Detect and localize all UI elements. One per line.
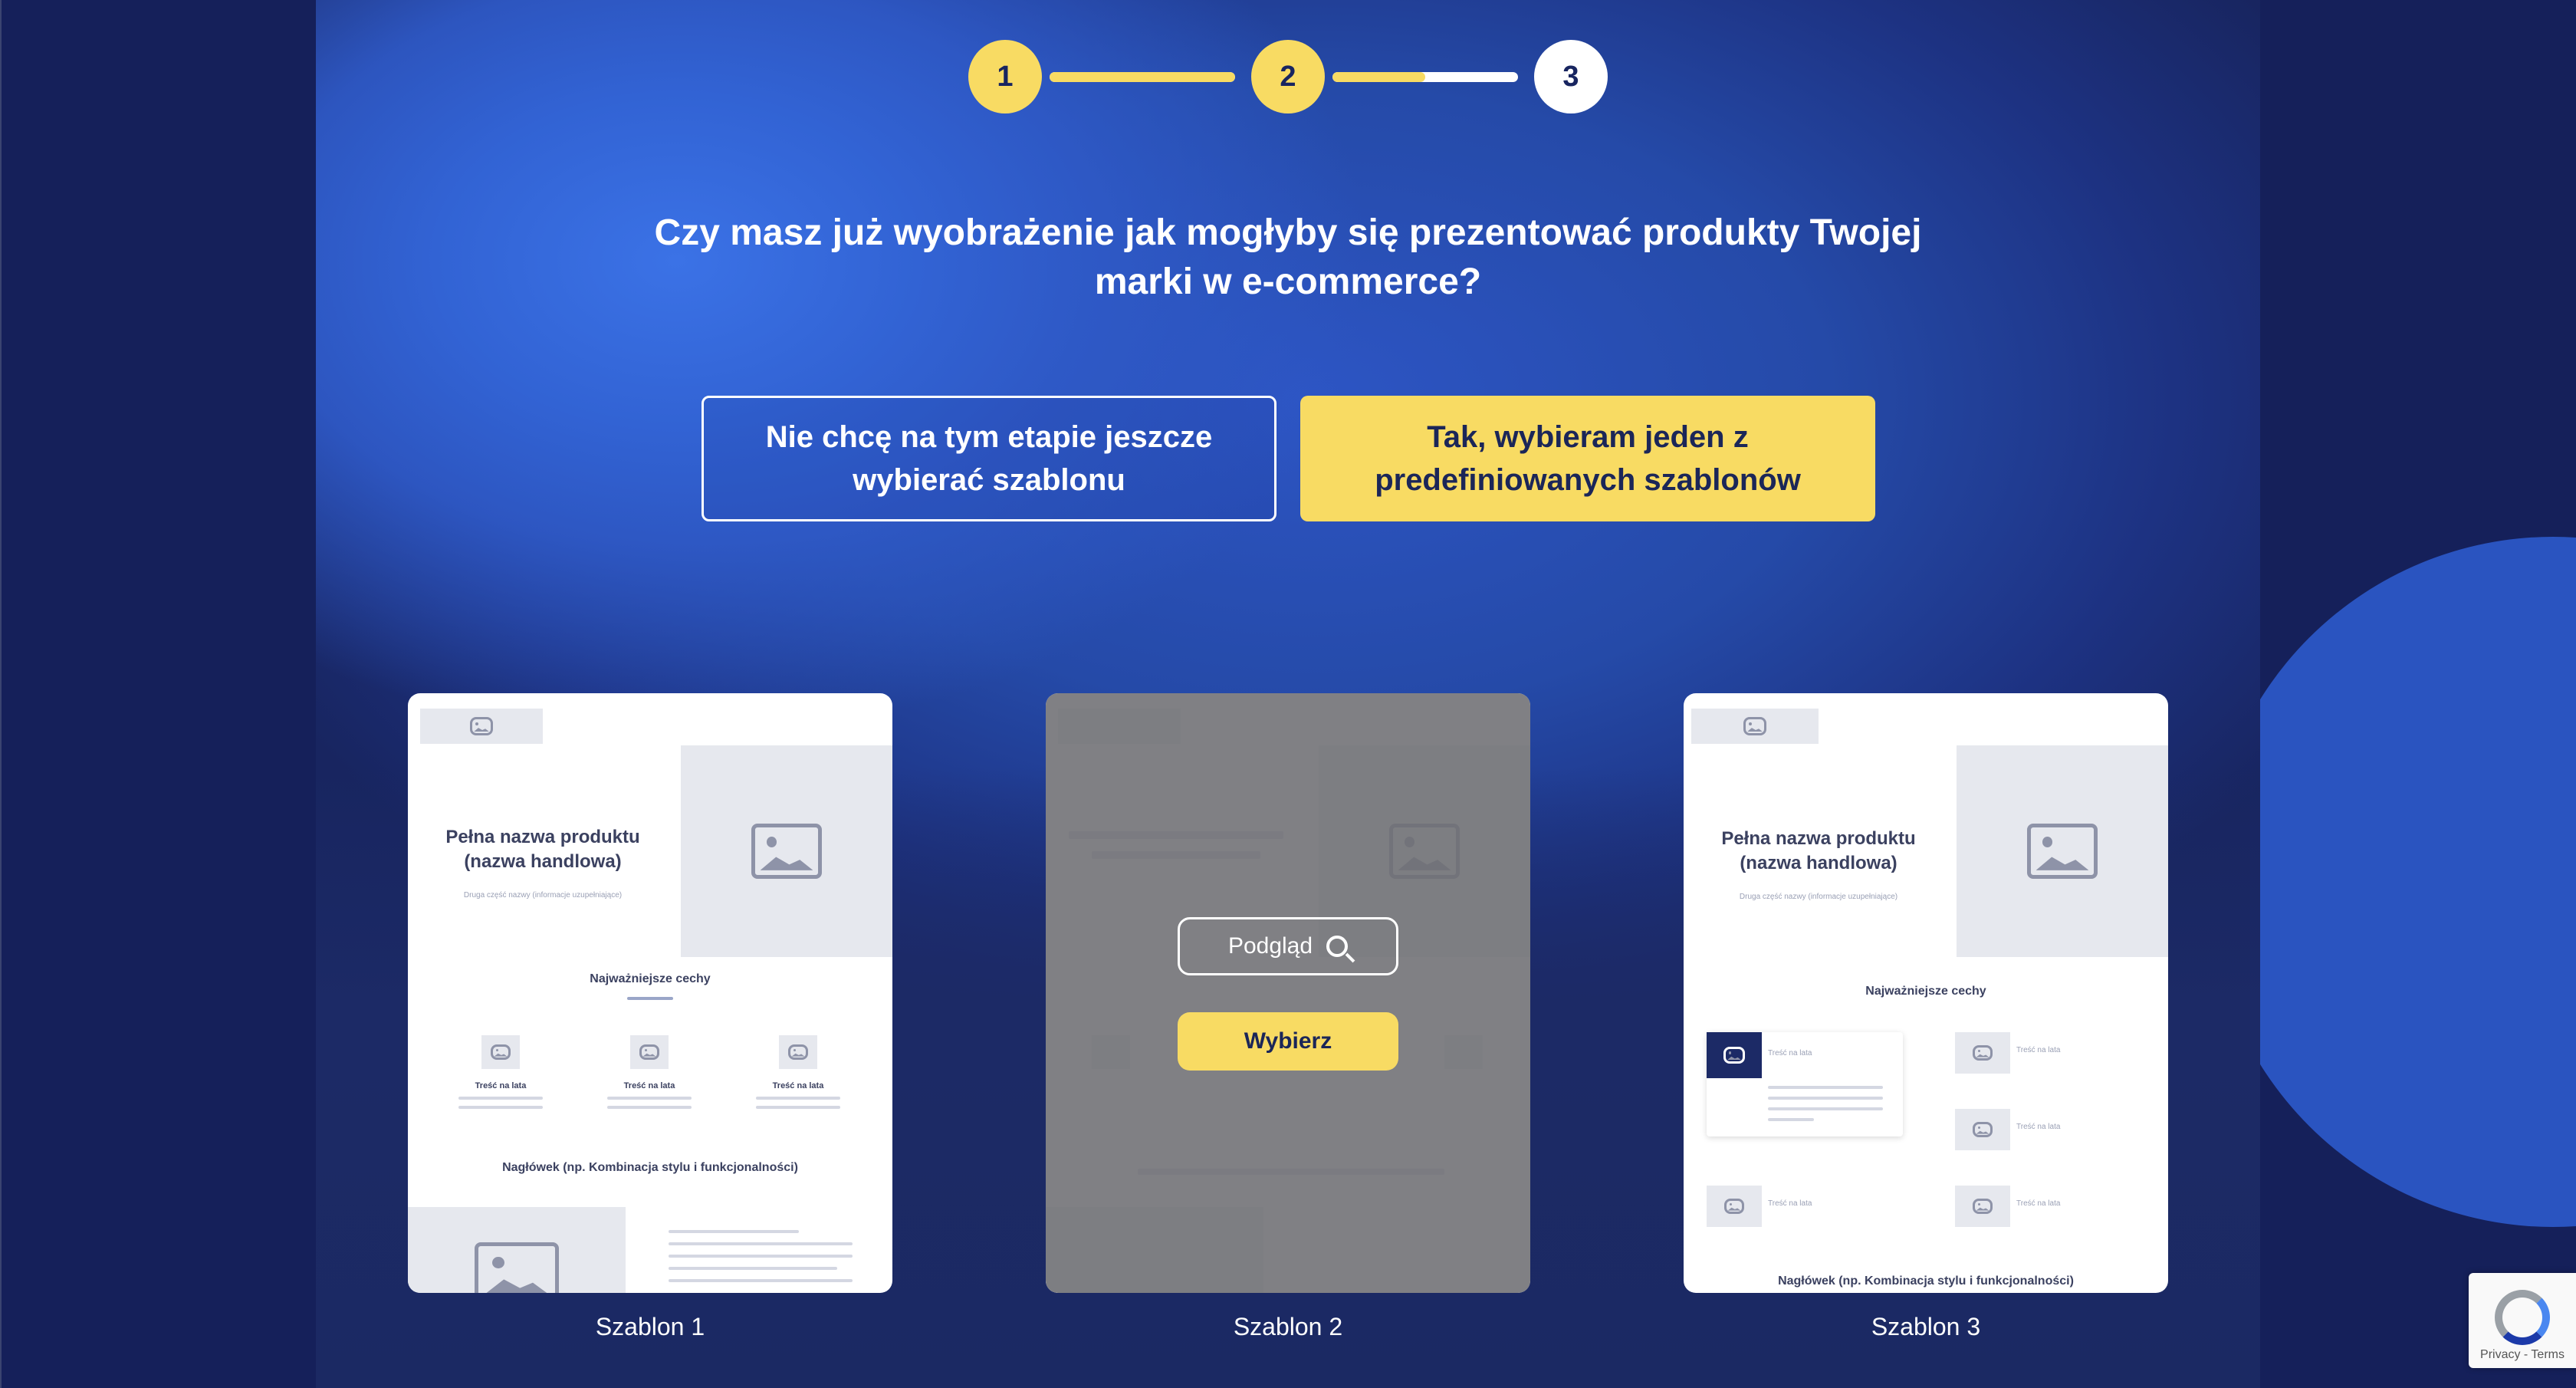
text-line: [607, 1106, 692, 1109]
no-template-button[interactable]: Nie chcę na tym etapie jeszcze wybierać …: [702, 396, 1276, 521]
feature-title: Treść na lata: [1768, 1199, 1812, 1208]
text-line: [1768, 1118, 1814, 1121]
template-label-2: Szablon 2: [1233, 1313, 1343, 1340]
predefined-template-button[interactable]: Tak, wybieram jeden z predefiniowanych s…: [1300, 396, 1875, 521]
feature-icon-placeholder: [630, 1035, 669, 1069]
product-image-placeholder: [681, 745, 892, 957]
image-icon: [1973, 1122, 1993, 1137]
step-connector-1-fill: [1050, 72, 1235, 82]
feature-title: Treść na lata: [2016, 1199, 2061, 1208]
feature-icon-placeholder: [779, 1035, 817, 1069]
template-card-2[interactable]: Podgląd Wybierz: [1046, 693, 1530, 1293]
logo-placeholder: [1691, 709, 1819, 744]
recaptcha-links[interactable]: Privacy - Terms: [2469, 1348, 2576, 1362]
text-line: [607, 1097, 692, 1100]
text-line: [669, 1242, 853, 1245]
section-heading: Nagłówek (np. Kombinacja stylu i funkcjo…: [502, 1161, 798, 1174]
right-margin: [2260, 0, 2576, 1388]
feature-title: Treść na lata: [2016, 1046, 2061, 1054]
decorative-wave: [2260, 537, 2576, 1227]
feature-icon-placeholder: [1707, 1186, 1762, 1227]
feature-icon-placeholder: [1955, 1032, 2010, 1074]
left-margin: [0, 0, 316, 1388]
select-button[interactable]: Wybierz: [1178, 1012, 1398, 1071]
image-icon: [1973, 1199, 1993, 1214]
section-heading: Nagłówek (np. Kombinacja stylu i funkcjo…: [1778, 1275, 2074, 1288]
step-1: 1: [968, 40, 1042, 113]
step-2: 2: [1251, 40, 1325, 113]
features-heading: Najważniejsze cechy: [590, 972, 711, 985]
step-3: 3: [1534, 40, 1608, 113]
feature-title: Treść na lata: [623, 1081, 675, 1090]
text-line: [669, 1279, 853, 1282]
image-icon: [751, 824, 822, 879]
features-heading: Najważniejsze cechy: [1865, 985, 1986, 998]
recaptcha-badge[interactable]: Privacy - Terms: [2469, 1273, 2576, 1368]
preview-button[interactable]: Podgląd: [1178, 917, 1398, 975]
logo-placeholder: [420, 709, 543, 744]
heading-underline: [627, 997, 673, 1000]
template-card-1[interactable]: Pełna nazwa produktu (nazwa handlowa) Dr…: [408, 693, 892, 1293]
progress-stepper: 1 2 3: [968, 40, 1608, 113]
template-card-3[interactable]: Pełna nazwa produktu (nazwa handlowa) Dr…: [1684, 693, 2168, 1293]
text-line: [1768, 1097, 1883, 1100]
recaptcha-icon: [2495, 1290, 2550, 1345]
text-line: [1768, 1107, 1883, 1110]
product-image-placeholder: [1957, 745, 2168, 957]
text-line: [669, 1230, 799, 1233]
image-icon: [475, 1242, 559, 1293]
text-line: [756, 1106, 840, 1109]
preview-label: Podgląd: [1227, 933, 1313, 959]
template-label-3: Szablon 3: [1871, 1313, 1981, 1340]
image-icon: [491, 1044, 511, 1060]
step-connector-1: [1050, 72, 1235, 82]
feature-title: Treść na lata: [772, 1081, 824, 1090]
text-line: [458, 1106, 543, 1109]
feature-icon-placeholder: [1955, 1109, 2010, 1150]
image-icon: [788, 1044, 808, 1060]
text-line: [1768, 1086, 1883, 1089]
image-icon: [1973, 1045, 1993, 1061]
product-subtitle: Druga część nazwy (informacje uzupełniaj…: [1739, 893, 1898, 901]
product-name: Pełna nazwa produktu (nazwa handlowa): [445, 827, 640, 872]
section-image-placeholder: [408, 1207, 626, 1293]
text-line: [458, 1097, 543, 1100]
search-icon: [1326, 936, 1349, 957]
step-connector-2: [1332, 72, 1518, 82]
image-icon: [2027, 824, 2098, 879]
feature-icon-placeholder: [1955, 1186, 2010, 1227]
product-subtitle: Druga część nazwy (informacje uzupełniaj…: [463, 891, 623, 900]
image-icon: [639, 1044, 659, 1060]
template-label-1: Szablon 1: [595, 1313, 705, 1340]
hover-overlay: [1046, 693, 1530, 1293]
product-name: Pełna nazwa produktu (nazwa handlowa): [1721, 828, 1916, 873]
image-icon: [1724, 1199, 1744, 1214]
question-heading: Czy masz już wyobrażenie jak mogłyby się…: [654, 212, 1922, 302]
image-icon: [1743, 717, 1766, 735]
feature-icon-placeholder: [481, 1035, 520, 1069]
feature-title: Treść na lata: [475, 1081, 527, 1090]
image-icon: [470, 717, 493, 735]
text-line: [669, 1267, 837, 1270]
feature-title: Treść na lata: [2016, 1123, 2061, 1131]
feature-title: Treść na lata: [1768, 1049, 1812, 1057]
text-line: [756, 1097, 840, 1100]
text-line: [669, 1255, 853, 1258]
step-connector-2-fill: [1332, 72, 1425, 82]
